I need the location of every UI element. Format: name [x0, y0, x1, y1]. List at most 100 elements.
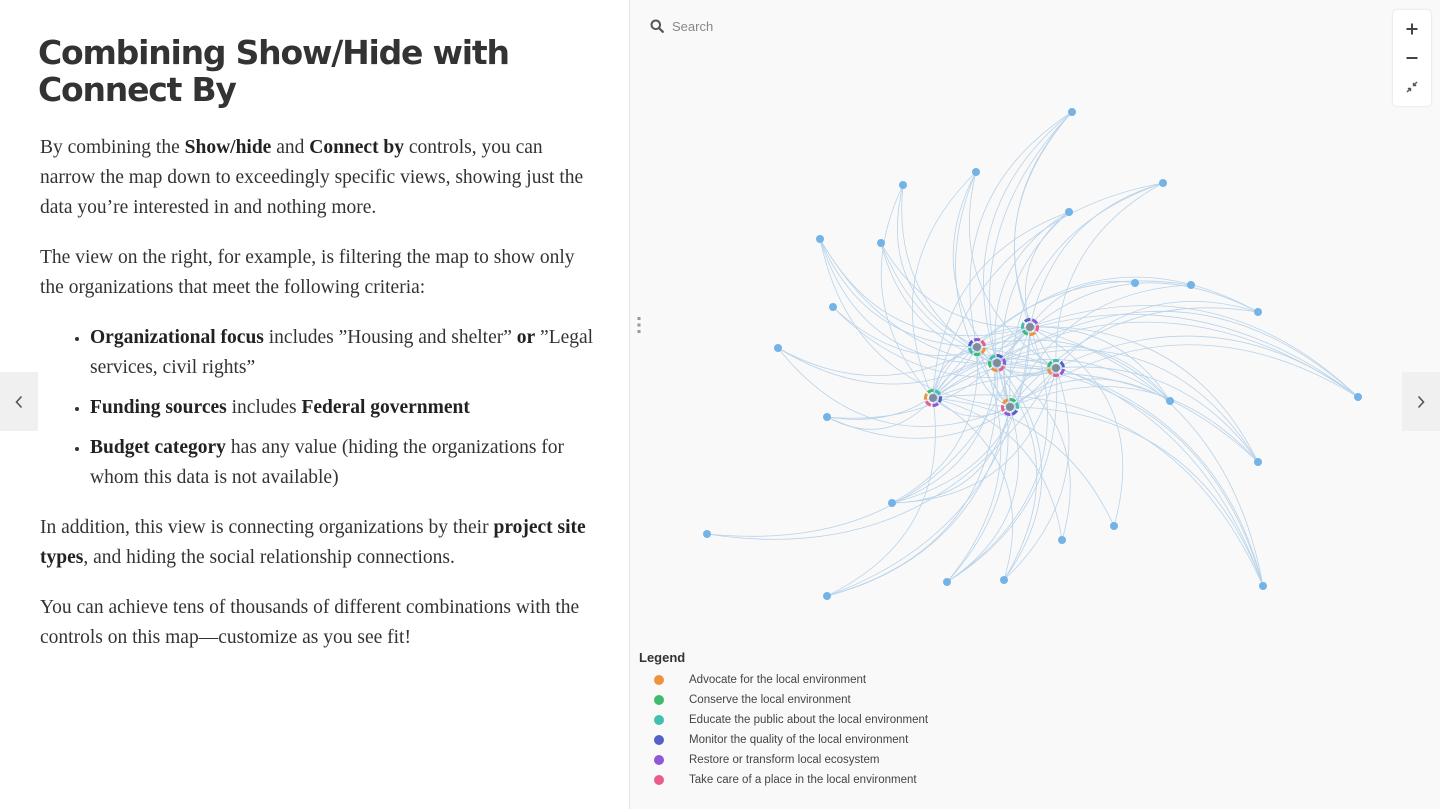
fit-view-button[interactable] — [1393, 72, 1431, 102]
legend-items: Advocate for the local environment Conser… — [639, 670, 928, 790]
zoom-in-button[interactable] — [1393, 14, 1431, 44]
graph-edge — [911, 171, 977, 399]
hub-ring-segment — [1001, 404, 1006, 412]
organization-node[interactable] — [1166, 397, 1174, 405]
graph-edge — [932, 280, 1192, 399]
paragraph-connect: In addition, this view is connecting org… — [40, 517, 586, 568]
organization-node[interactable] — [877, 239, 885, 247]
zoom-out-button[interactable] — [1393, 43, 1431, 73]
hub-ring-segment — [1023, 318, 1031, 323]
legend-label: Monitor the quality of the local environ… — [689, 734, 909, 746]
organization-node[interactable] — [1065, 208, 1073, 216]
collapse-icon — [1406, 81, 1418, 93]
graph-edge — [826, 362, 998, 597]
page-title: Combining Show/Hide with Connect By — [38, 33, 510, 109]
graph-edge — [897, 184, 978, 348]
organization-node[interactable] — [1110, 522, 1118, 530]
legend-item: Advocate for the local environment — [639, 670, 928, 690]
graph-edge — [1013, 111, 1073, 369]
organization-node[interactable] — [823, 413, 831, 421]
graph-edge — [880, 184, 934, 399]
organization-node[interactable] — [1254, 308, 1262, 316]
graph-edge — [1009, 344, 1359, 408]
zoom-controls — [1393, 10, 1431, 106]
legend-title: Legend — [639, 650, 686, 665]
resize-handle[interactable] — [636, 316, 642, 334]
organization-node[interactable] — [899, 181, 907, 189]
list-item: Budget category has any value (hiding th… — [90, 433, 595, 493]
organization-node[interactable] — [774, 344, 782, 352]
organization-node[interactable] — [943, 578, 951, 586]
organization-node[interactable] — [1068, 108, 1076, 116]
paragraph-intro: By combining the Show/hide and Connect b… — [40, 137, 584, 218]
organization-node[interactable] — [1000, 576, 1008, 584]
hub-ring-segment — [1059, 360, 1065, 368]
legend-item: Restore or transform local ecosystem — [639, 750, 928, 770]
organization-node[interactable] — [816, 235, 824, 243]
hub-ring-segment — [973, 352, 981, 356]
plus-icon — [1406, 23, 1418, 35]
hub-ring-segment — [1009, 398, 1017, 403]
legend-swatch — [654, 755, 664, 765]
paragraph-example: The view on the right, for example, is f… — [40, 247, 575, 298]
list-item: Funding sources includes Federal governm… — [90, 393, 595, 423]
legend-label: Conserve the local environment — [689, 694, 851, 706]
paragraph-closing: You can achieve tens of thousands of dif… — [40, 597, 580, 648]
hub-ring-segment — [1001, 358, 1006, 366]
graph-edge — [996, 346, 1171, 402]
previous-slide-button[interactable] — [0, 372, 38, 431]
graph-edge — [1055, 366, 1259, 463]
hub-ring-segment — [1052, 373, 1060, 377]
organization-node[interactable] — [1159, 179, 1167, 187]
hub-center — [929, 394, 937, 402]
graph-edge — [946, 367, 1058, 583]
graph-edge — [826, 397, 936, 597]
legend-item: Conserve the local environment — [639, 690, 928, 710]
minus-icon — [1406, 57, 1418, 59]
hub-ring-segment — [1014, 402, 1019, 410]
hub-ring-segment — [1034, 324, 1039, 332]
organization-node[interactable] — [703, 530, 711, 538]
graph-edge — [706, 367, 1057, 540]
criteria-list: Organizational focus includes ”Housing a… — [40, 323, 595, 493]
search-input[interactable] — [672, 13, 892, 39]
next-slide-button[interactable] — [1402, 372, 1440, 431]
legend-label: Educate the public about the local envir… — [689, 714, 929, 726]
hub-ring-segment — [973, 338, 981, 342]
list-item: Organizational focus includes ”Housing a… — [90, 323, 595, 383]
legend-item: Educate the public about the local envir… — [639, 710, 928, 730]
legend-item: Take care of a place in the local enviro… — [639, 770, 928, 790]
organization-node[interactable] — [1354, 393, 1362, 401]
legend-swatch — [654, 715, 664, 725]
legend-swatch — [654, 735, 664, 745]
story-panel: Combining Show/Hide with Connect By By c… — [0, 0, 629, 809]
graph-edge — [826, 326, 1031, 597]
legend-label: Advocate for the local environment — [689, 674, 867, 686]
legend-label: Take care of a place in the local enviro… — [689, 774, 917, 786]
organization-node[interactable] — [1259, 582, 1267, 590]
legend: Legend Advocate for the local environmen… — [639, 650, 928, 790]
organization-node[interactable] — [829, 303, 837, 311]
hub-ring-segment — [996, 354, 1004, 359]
graph-edge — [826, 397, 934, 430]
organization-node[interactable] — [1058, 536, 1066, 544]
organization-node[interactable] — [823, 592, 831, 600]
graph-edge — [826, 406, 1011, 597]
hub-ring-segment — [924, 393, 929, 400]
organization-node[interactable] — [972, 168, 980, 176]
hub-ring-segment — [926, 389, 934, 394]
legend-label: Restore or transform local ecosystem — [689, 754, 880, 766]
graph-edge — [819, 238, 1031, 337]
organization-node[interactable] — [888, 499, 896, 507]
organization-node[interactable] — [1254, 458, 1262, 466]
graph-edge — [1029, 305, 1359, 398]
hub-ring-segment — [1052, 359, 1060, 363]
organization-node[interactable] — [1131, 279, 1139, 287]
legend-swatch — [654, 775, 664, 785]
map-panel[interactable]: Legend Advocate for the local environmen… — [630, 0, 1440, 809]
hub-center — [1052, 364, 1060, 372]
organization-node[interactable] — [1187, 281, 1195, 289]
graph-edge — [1055, 367, 1264, 587]
hub-ring-segment — [988, 360, 993, 368]
graph-edge — [1029, 326, 1264, 587]
